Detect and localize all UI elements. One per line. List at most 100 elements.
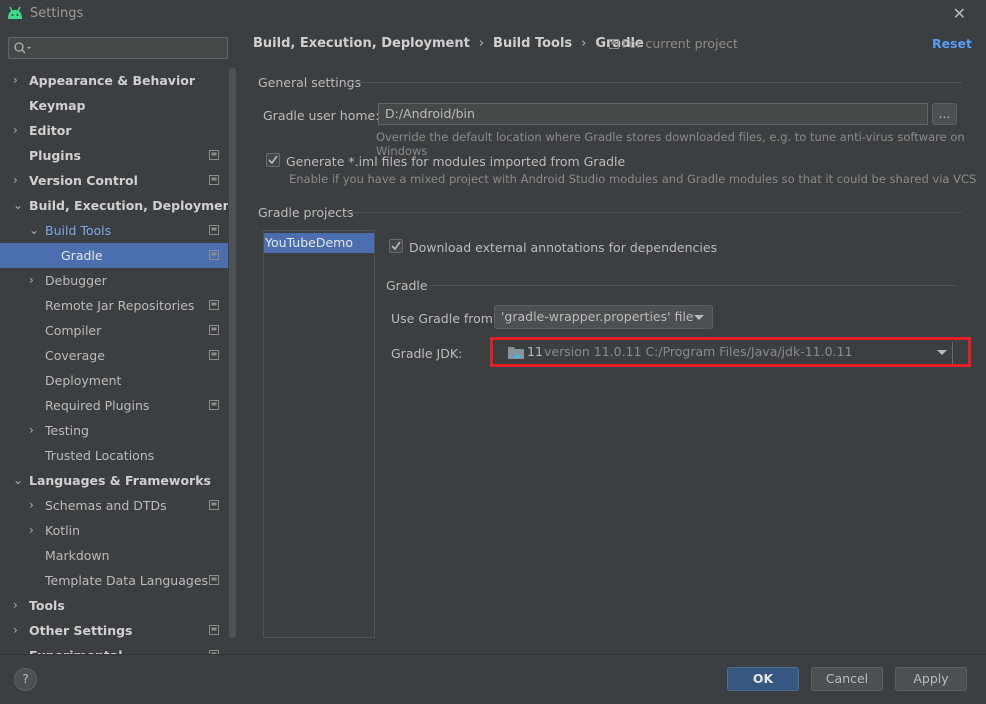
sidebar-item[interactable]: › Kotlin [0, 518, 228, 543]
sidebar-item[interactable]: Template Data Languages [0, 568, 228, 593]
chevron-right-icon[interactable]: › [13, 618, 25, 643]
sidebar-item-label: Debugger [45, 273, 107, 288]
project-scope-icon [209, 150, 219, 160]
download-annotations-checkbox[interactable] [389, 239, 403, 253]
gradle-jdk-label: Gradle JDK: [391, 346, 463, 361]
sidebar-item[interactable]: › Testing [0, 418, 228, 443]
sidebar-scrollbar[interactable] [229, 68, 236, 638]
project-scope-icon [209, 400, 219, 410]
sidebar-item-label: Template Data Languages [45, 573, 209, 588]
sidebar-item-label: Other Settings [29, 623, 133, 638]
sidebar-item-label: Kotlin [45, 523, 80, 538]
chevron-right-icon[interactable]: › [29, 418, 41, 443]
generate-iml-checkbox[interactable] [266, 153, 280, 167]
use-gradle-from-value: 'gradle-wrapper.properties' file [501, 309, 694, 324]
breadcrumb-item: Build, Execution, Deployment [253, 36, 470, 51]
chevron-down-icon[interactable]: ⌄ [13, 193, 25, 218]
divider [352, 82, 962, 83]
sidebar-item-label: Build Tools [45, 223, 112, 238]
folder-icon [508, 347, 524, 359]
gradle-jdk-detail: version 11.0.11 C:/Program Files/Java/jd… [544, 344, 853, 359]
sidebar-item[interactable]: Required Plugins [0, 393, 228, 418]
gradle-projects-title: Gradle projects [258, 205, 354, 220]
project-scope-icon [209, 225, 219, 235]
sidebar-item[interactable]: Trusted Locations [0, 443, 228, 468]
sidebar-item[interactable]: Compiler [0, 318, 228, 343]
sidebar-item[interactable]: Keymap [0, 93, 228, 118]
sidebar-item-label: Trusted Locations [45, 448, 155, 463]
search-input[interactable] [8, 37, 228, 59]
dropdown-edge [952, 342, 953, 364]
sidebar-item[interactable]: ⌄ Languages & Frameworks [0, 468, 228, 493]
gradle-user-home-label: Gradle user home: [263, 108, 380, 123]
chevron-right-icon: › [581, 36, 587, 51]
chevron-right-icon[interactable]: › [13, 118, 25, 143]
chevron-down-icon[interactable]: ⌄ [29, 218, 41, 243]
gradle-projects-list: YouTubeDemo [263, 230, 375, 638]
sidebar-item[interactable]: › Appearance & Behavior [0, 68, 228, 93]
settings-sidebar: › Appearance & Behavior Keymap › Editor Plugi… [0, 28, 237, 654]
title-bar: Settings ✕ [0, 0, 986, 28]
sidebar-item[interactable]: › Debugger [0, 268, 228, 293]
use-gradle-from-label: Use Gradle from: [391, 311, 498, 326]
window-title: Settings [30, 6, 84, 21]
sidebar-item-label: Gradle [61, 248, 103, 263]
chevron-right-icon[interactable]: › [13, 593, 25, 618]
chevron-right-icon[interactable]: › [29, 493, 41, 518]
sidebar-item[interactable]: Markdown [0, 543, 228, 568]
sidebar-item-label: Required Plugins [45, 398, 150, 413]
divider [345, 212, 962, 213]
cancel-button[interactable]: Cancel [811, 667, 883, 691]
general-settings-title: General settings [258, 75, 362, 90]
chevron-right-icon[interactable]: › [29, 268, 41, 293]
sidebar-item[interactable]: ⌄ Build, Execution, Deployment [0, 193, 228, 218]
gradle-jdk-highlight: 11 version 11.0.11 C:/Program Files/Java… [490, 337, 971, 367]
browse-button[interactable]: ... [932, 103, 957, 125]
generate-iml-label: Generate *.iml files for modules importe… [286, 154, 626, 169]
sidebar-item[interactable]: › Schemas and DTDs [0, 493, 228, 518]
chevron-right-icon[interactable]: › [13, 68, 25, 93]
chevron-right-icon[interactable]: › [29, 518, 41, 543]
project-scope-icon [209, 350, 219, 360]
gradle-subsection-title: Gradle [386, 278, 428, 293]
chevron-down-icon [694, 315, 704, 320]
sidebar-item[interactable]: Deployment [0, 368, 228, 393]
sidebar-item[interactable]: Experimental [0, 643, 228, 654]
sidebar-item[interactable]: ⌄ Build Tools [0, 218, 228, 243]
project-scope-icon [209, 300, 219, 310]
project-icon [609, 39, 619, 49]
sidebar-item-label: Appearance & Behavior [29, 73, 195, 88]
use-gradle-from-dropdown[interactable]: 'gradle-wrapper.properties' file [494, 305, 713, 329]
checkmark-icon [391, 241, 401, 251]
project-scope-icon [209, 625, 219, 635]
ok-button[interactable]: OK [727, 667, 799, 691]
sidebar-item[interactable]: › Other Settings [0, 618, 228, 643]
sidebar-item[interactable]: Gradle [0, 243, 228, 268]
sidebar-item[interactable]: Plugins [0, 143, 228, 168]
chevron-down-icon [937, 350, 947, 355]
apply-button[interactable]: Apply [895, 667, 967, 691]
reset-link[interactable]: Reset [932, 36, 972, 51]
list-item[interactable]: YouTubeDemo [264, 233, 374, 253]
sidebar-item-label: Markdown [45, 548, 110, 563]
sidebar-item-label: Keymap [29, 98, 86, 113]
chevron-down-icon[interactable]: ⌄ [13, 468, 25, 493]
generate-iml-hint: Enable if you have a mixed project with … [289, 172, 977, 186]
sidebar-item-label: Deployment [45, 373, 122, 388]
for-current-project: For current project [609, 36, 738, 51]
close-icon[interactable]: ✕ [953, 4, 966, 23]
sidebar-item[interactable]: › Tools [0, 593, 228, 618]
project-scope-icon [209, 575, 219, 585]
sidebar-item-label: Remote Jar Repositories [45, 298, 195, 313]
sidebar-item[interactable]: › Version Control [0, 168, 228, 193]
sidebar-item[interactable]: Coverage [0, 343, 228, 368]
sidebar-item[interactable]: › Editor [0, 118, 228, 143]
chevron-right-icon: › [478, 36, 485, 51]
chevron-right-icon[interactable]: › [13, 168, 25, 193]
gradle-jdk-dropdown[interactable]: 11 version 11.0.11 C:/Program Files/Java… [493, 342, 954, 364]
gradle-user-home-field[interactable]: D:/Android/bin [378, 103, 928, 125]
dialog-footer: ? OK Cancel Apply [0, 654, 986, 704]
sidebar-item[interactable]: Remote Jar Repositories [0, 293, 228, 318]
divider [430, 285, 957, 286]
help-button[interactable]: ? [14, 668, 37, 691]
